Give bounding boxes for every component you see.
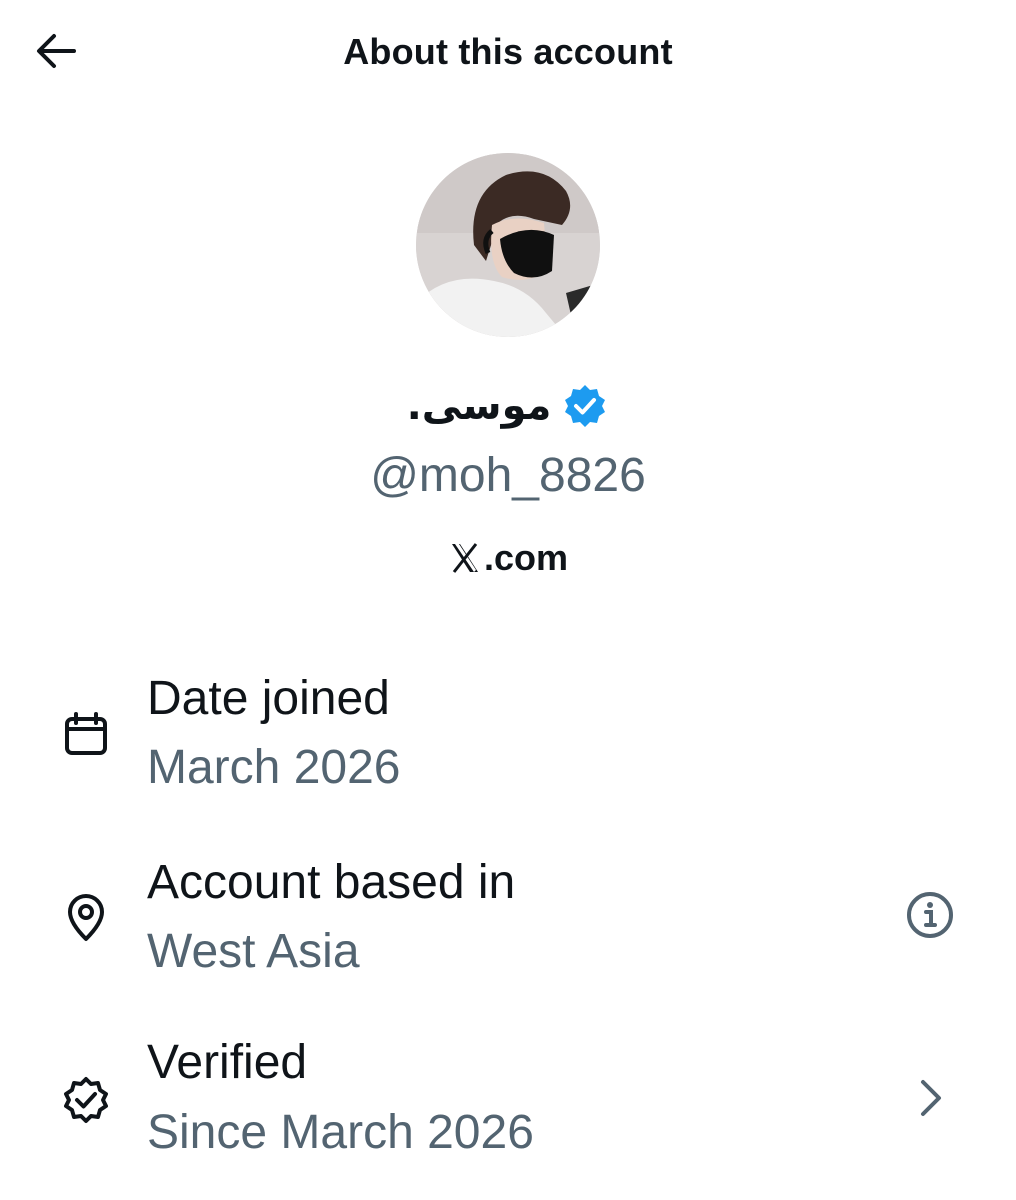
x-logo-icon xyxy=(448,541,482,575)
row-title: Account based in xyxy=(147,856,516,909)
display-name: موسى. xyxy=(406,383,552,429)
verified-outline-icon xyxy=(56,1070,116,1130)
row-value: West Asia xyxy=(147,925,360,978)
row-date-joined: Date joined March 2026 xyxy=(0,664,1016,814)
verified-badge-icon[interactable] xyxy=(561,382,609,430)
chevron-right-icon[interactable] xyxy=(900,1068,960,1128)
handle: @moh_8826 xyxy=(370,449,646,502)
row-account-based-in: Account based in West Asia xyxy=(0,848,1016,998)
location-pin-icon xyxy=(56,888,116,948)
header-bar: About this account xyxy=(0,0,1016,104)
row-value: March 2026 xyxy=(147,741,401,794)
row-verified[interactable]: Verified Since March 2026 xyxy=(0,1032,1016,1182)
display-name-row: موسى. xyxy=(0,374,1016,438)
info-icon[interactable] xyxy=(900,885,960,945)
avatar[interactable] xyxy=(416,153,600,337)
site-link[interactable]: .com xyxy=(0,532,1016,584)
row-title: Date joined xyxy=(147,672,390,725)
row-value: Since March 2026 xyxy=(147,1106,534,1159)
site-label: .com xyxy=(483,537,569,578)
row-title: Verified xyxy=(147,1036,308,1089)
page-title: About this account xyxy=(343,31,673,72)
calendar-icon xyxy=(56,704,116,764)
